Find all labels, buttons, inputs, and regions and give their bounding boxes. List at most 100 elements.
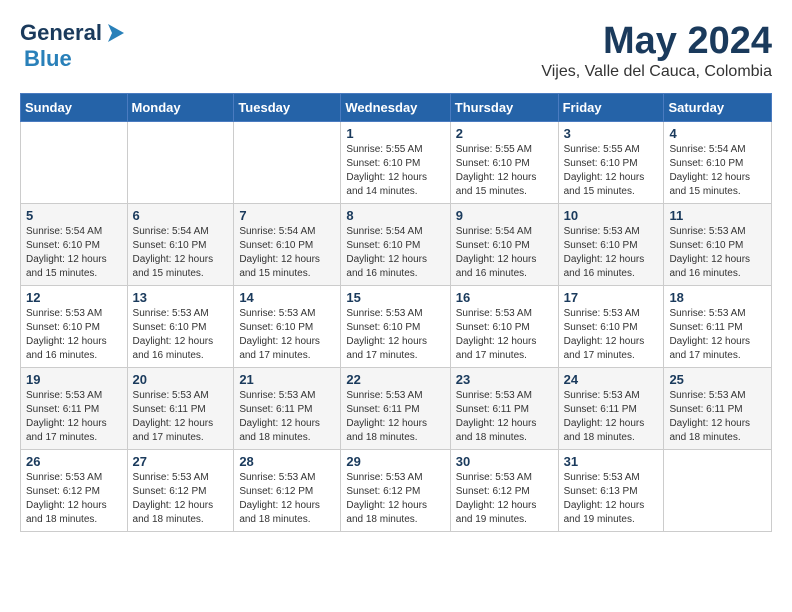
cell-info: Sunrise: 5:54 AMSunset: 6:10 PMDaylight:…: [26, 225, 122, 281]
day-number: 1: [346, 126, 444, 141]
calendar-cell: 25Sunrise: 5:53 AMSunset: 6:11 PMDayligh…: [664, 368, 772, 450]
calendar-cell: 18 Sunrise: 5:53 AMSunset: 6:11 PMDayligh…: [664, 286, 772, 368]
calendar-week-5: 26 Sunrise: 5:53 AMSunset: 6:12 PMDayligh…: [21, 450, 772, 532]
logo-arrow-icon: [102, 22, 128, 44]
cell-info: Sunrise: 5:53 AMSunset: 6:13 PMDaylight:…: [564, 471, 659, 527]
day-number: 2: [456, 126, 553, 141]
calendar-cell: 13 Sunrise: 5:53 AMSunset: 6:10 PMDayligh…: [127, 286, 234, 368]
cell-info: Sunrise: 5:53 AMSunset: 6:11 PMDaylight:…: [239, 389, 335, 445]
cell-info: Sunrise: 5:54 AMSunset: 6:10 PMDaylight:…: [239, 225, 335, 281]
day-number: 6: [133, 208, 229, 223]
day-number: 29: [346, 454, 444, 469]
weekday-header-wednesday: Wednesday: [341, 94, 450, 122]
cell-info: Sunrise: 5:53 AMSunset: 6:10 PMDaylight:…: [133, 307, 229, 363]
day-number: 23: [456, 372, 553, 387]
cell-info: Sunrise: 5:53 AMSunset: 6:11 PMDaylight:…: [669, 389, 766, 445]
cell-info: Sunrise: 5:53 AMSunset: 6:12 PMDaylight:…: [346, 471, 444, 527]
day-number: 22: [346, 372, 444, 387]
calendar-cell: 11Sunrise: 5:53 AMSunset: 6:10 PMDayligh…: [664, 204, 772, 286]
day-number: 18: [669, 290, 766, 305]
location-title: Vijes, Valle del Cauca, Colombia: [541, 63, 772, 81]
day-number: 26: [26, 454, 122, 469]
day-number: 27: [133, 454, 229, 469]
calendar-week-3: 12 Sunrise: 5:53 AMSunset: 6:10 PMDayligh…: [21, 286, 772, 368]
calendar-cell: 23 Sunrise: 5:53 AMSunset: 6:11 PMDayligh…: [450, 368, 558, 450]
day-number: 31: [564, 454, 659, 469]
cell-info: Sunrise: 5:53 AMSunset: 6:11 PMDaylight:…: [564, 389, 659, 445]
cell-info: Sunrise: 5:53 AMSunset: 6:11 PMDaylight:…: [456, 389, 553, 445]
cell-info: Sunrise: 5:54 AMSunset: 6:10 PMDaylight:…: [456, 225, 553, 281]
calendar-cell: 26Sunrise: 5:53 AMSunset: 6:12 PMDayligh…: [21, 450, 128, 532]
weekday-header-monday: Monday: [127, 94, 234, 122]
cell-info: Sunrise: 5:53 AMSunset: 6:10 PMDaylight:…: [456, 307, 553, 363]
cell-info: Sunrise: 5:54 AMSunset: 6:10 PMDaylight:…: [669, 143, 766, 199]
calendar-cell: 31 Sunrise: 5:53 AMSunset: 6:13 PMDayligh…: [558, 450, 664, 532]
calendar-week-1: 1 Sunrise: 5:55 AMSunset: 6:10 PMDaylight…: [21, 122, 772, 204]
calendar-cell: 1 Sunrise: 5:55 AMSunset: 6:10 PMDaylight…: [341, 122, 450, 204]
cell-info: Sunrise: 5:53 AMSunset: 6:11 PMDaylight:…: [346, 389, 444, 445]
calendar-cell: 10 Sunrise: 5:53 AMSunset: 6:10 PMDayligh…: [558, 204, 664, 286]
cell-info: Sunrise: 5:53 AMSunset: 6:10 PMDaylight:…: [564, 225, 659, 281]
day-number: 21: [239, 372, 335, 387]
calendar-week-4: 19 Sunrise: 5:53 AMSunset: 6:11 PMDayligh…: [21, 368, 772, 450]
calendar-cell: 24Sunrise: 5:53 AMSunset: 6:11 PMDayligh…: [558, 368, 664, 450]
calendar-cell: 5 Sunrise: 5:54 AMSunset: 6:10 PMDaylight…: [21, 204, 128, 286]
calendar-cell: 27 Sunrise: 5:53 AMSunset: 6:12 PMDayligh…: [127, 450, 234, 532]
day-number: 15: [346, 290, 444, 305]
cell-info: Sunrise: 5:54 AMSunset: 6:10 PMDaylight:…: [133, 225, 229, 281]
calendar-table: SundayMondayTuesdayWednesdayThursdayFrid…: [20, 93, 772, 532]
cell-info: Sunrise: 5:53 AMSunset: 6:11 PMDaylight:…: [26, 389, 122, 445]
day-number: 17: [564, 290, 659, 305]
cell-info: Sunrise: 5:54 AMSunset: 6:10 PMDaylight:…: [346, 225, 444, 281]
cell-info: Sunrise: 5:53 AMSunset: 6:12 PMDaylight:…: [133, 471, 229, 527]
cell-info: Sunrise: 5:55 AMSunset: 6:10 PMDaylight:…: [456, 143, 553, 199]
cell-info: Sunrise: 5:53 AMSunset: 6:12 PMDaylight:…: [239, 471, 335, 527]
calendar-header: SundayMondayTuesdayWednesdayThursdayFrid…: [21, 94, 772, 122]
calendar-cell: 2 Sunrise: 5:55 AMSunset: 6:10 PMDaylight…: [450, 122, 558, 204]
day-number: 12: [26, 290, 122, 305]
calendar-cell: [21, 122, 128, 204]
day-number: 13: [133, 290, 229, 305]
calendar-cell: 21 Sunrise: 5:53 AMSunset: 6:11 PMDayligh…: [234, 368, 341, 450]
cell-info: Sunrise: 5:55 AMSunset: 6:10 PMDaylight:…: [346, 143, 444, 199]
weekday-header-row: SundayMondayTuesdayWednesdayThursdayFrid…: [21, 94, 772, 122]
page-header: General Blue May 2024 Vijes, Valle del C…: [20, 20, 772, 81]
day-number: 20: [133, 372, 229, 387]
calendar-cell: 4 Sunrise: 5:54 AMSunset: 6:10 PMDaylight…: [664, 122, 772, 204]
calendar-cell: [234, 122, 341, 204]
day-number: 19: [26, 372, 122, 387]
weekday-header-tuesday: Tuesday: [234, 94, 341, 122]
calendar-cell: 30Sunrise: 5:53 AMSunset: 6:12 PMDayligh…: [450, 450, 558, 532]
calendar-cell: 15Sunrise: 5:53 AMSunset: 6:10 PMDayligh…: [341, 286, 450, 368]
logo: General Blue: [20, 20, 128, 72]
calendar-cell: 29 Sunrise: 5:53 AMSunset: 6:12 PMDayligh…: [341, 450, 450, 532]
day-number: 4: [669, 126, 766, 141]
day-number: 5: [26, 208, 122, 223]
calendar-cell: 28 Sunrise: 5:53 AMSunset: 6:12 PMDayligh…: [234, 450, 341, 532]
logo-blue-text: Blue: [24, 46, 72, 71]
weekday-header-sunday: Sunday: [21, 94, 128, 122]
title-block: May 2024 Vijes, Valle del Cauca, Colombi…: [541, 20, 772, 81]
calendar-cell: [664, 450, 772, 532]
weekday-header-saturday: Saturday: [664, 94, 772, 122]
calendar-cell: 12 Sunrise: 5:53 AMSunset: 6:10 PMDayligh…: [21, 286, 128, 368]
cell-info: Sunrise: 5:55 AMSunset: 6:10 PMDaylight:…: [564, 143, 659, 199]
logo-general-text: General: [20, 20, 102, 46]
calendar-cell: 19 Sunrise: 5:53 AMSunset: 6:11 PMDayligh…: [21, 368, 128, 450]
calendar-cell: 16 Sunrise: 5:53 AMSunset: 6:10 PMDayligh…: [450, 286, 558, 368]
calendar-cell: 14 Sunrise: 5:53 AMSunset: 6:10 PMDayligh…: [234, 286, 341, 368]
cell-info: Sunrise: 5:53 AMSunset: 6:10 PMDaylight:…: [239, 307, 335, 363]
cell-info: Sunrise: 5:53 AMSunset: 6:10 PMDaylight:…: [564, 307, 659, 363]
calendar-cell: [127, 122, 234, 204]
cell-info: Sunrise: 5:53 AMSunset: 6:11 PMDaylight:…: [669, 307, 766, 363]
day-number: 16: [456, 290, 553, 305]
day-number: 30: [456, 454, 553, 469]
month-title: May 2024: [541, 20, 772, 63]
cell-info: Sunrise: 5:53 AMSunset: 6:10 PMDaylight:…: [26, 307, 122, 363]
day-number: 28: [239, 454, 335, 469]
calendar-cell: 9Sunrise: 5:54 AMSunset: 6:10 PMDaylight…: [450, 204, 558, 286]
day-number: 14: [239, 290, 335, 305]
calendar-cell: 17 Sunrise: 5:53 AMSunset: 6:10 PMDayligh…: [558, 286, 664, 368]
weekday-header-thursday: Thursday: [450, 94, 558, 122]
day-number: 10: [564, 208, 659, 223]
